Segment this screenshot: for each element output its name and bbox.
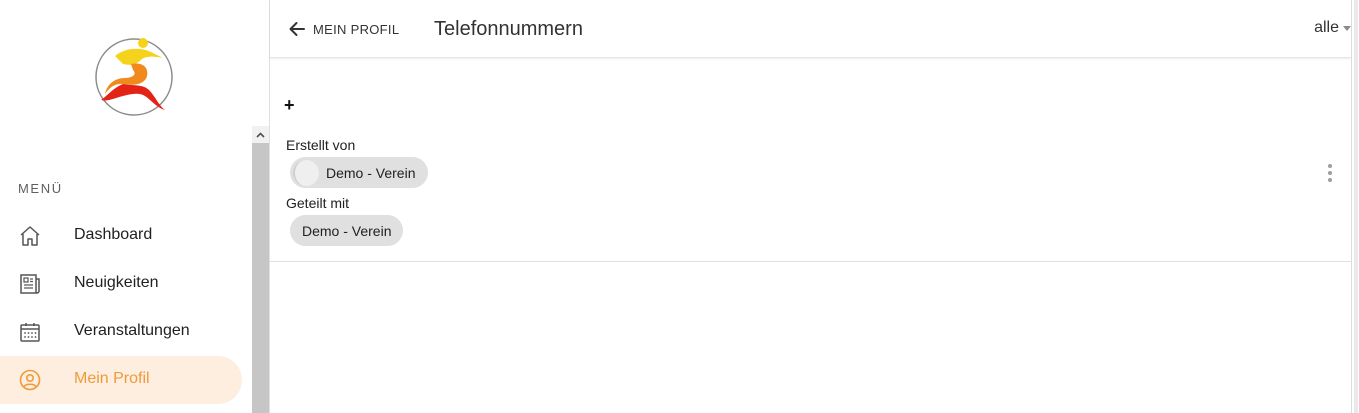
back-button-label: MEIN PROFIL — [313, 21, 400, 37]
page-scrollbar-track — [1354, 0, 1358, 413]
club-logo — [95, 38, 173, 116]
main-content: + Erstellt von Demo - Verein Geteilt mit… — [270, 59, 1351, 413]
menu-heading: MENÜ — [18, 181, 63, 196]
shared-with-label: Geteilt mit — [286, 195, 350, 211]
sidebar-item-veranstaltungen[interactable]: Veranstaltungen — [0, 308, 242, 356]
sidebar-item-mein-profil[interactable]: Mein Profil — [0, 356, 242, 404]
created-by-label: Erstellt von — [286, 137, 356, 153]
sidebar-item-label: Dashboard — [74, 226, 153, 243]
sidebar-item-neuigkeiten[interactable]: Neuigkeiten — [0, 260, 242, 308]
created-by-chip[interactable]: Demo - Verein — [290, 157, 429, 188]
home-icon — [20, 226, 40, 246]
phone-entry-card: Erstellt von Demo - Verein Geteilt mit D… — [270, 117, 1351, 262]
arrow-left-icon — [289, 22, 305, 36]
filter-select-value: alle — [1314, 19, 1339, 36]
page-scrollbar[interactable] — [1351, 0, 1359, 413]
sidebar-item-label: Veranstaltungen — [74, 322, 190, 339]
filter-select[interactable]: alle — [1314, 19, 1351, 37]
sidebar: MENÜ Dashboard Neuigkeiten Veranstaltung… — [0, 0, 270, 413]
sidebar-item-dashboard[interactable]: Dashboard — [0, 212, 242, 260]
chevron-down-icon — [1343, 25, 1351, 31]
scroll-up-arrow-icon[interactable] — [252, 126, 269, 143]
shared-with-chip-label: Demo - Verein — [302, 222, 392, 239]
back-button[interactable]: MEIN PROFIL — [287, 16, 399, 42]
account-circle-icon — [19, 369, 41, 391]
more-vert-icon[interactable] — [1327, 164, 1333, 182]
sidebar-item-label: Mein Profil — [74, 370, 150, 387]
sidebar-scrollbar-thumb[interactable] — [252, 143, 269, 413]
created-by-chip-label: Demo - Verein — [326, 164, 416, 181]
shared-with-chip[interactable]: Demo - Verein — [290, 215, 404, 246]
top-bar: MEIN PROFIL Telefonnummern alle — [270, 0, 1351, 58]
avatar — [293, 159, 319, 186]
page-title: Telefonnummern — [434, 18, 583, 40]
calendar-icon — [20, 323, 40, 342]
add-button[interactable]: + — [284, 95, 300, 115]
sidebar-item-label: Neuigkeiten — [74, 274, 159, 291]
newspaper-icon — [20, 274, 40, 294]
